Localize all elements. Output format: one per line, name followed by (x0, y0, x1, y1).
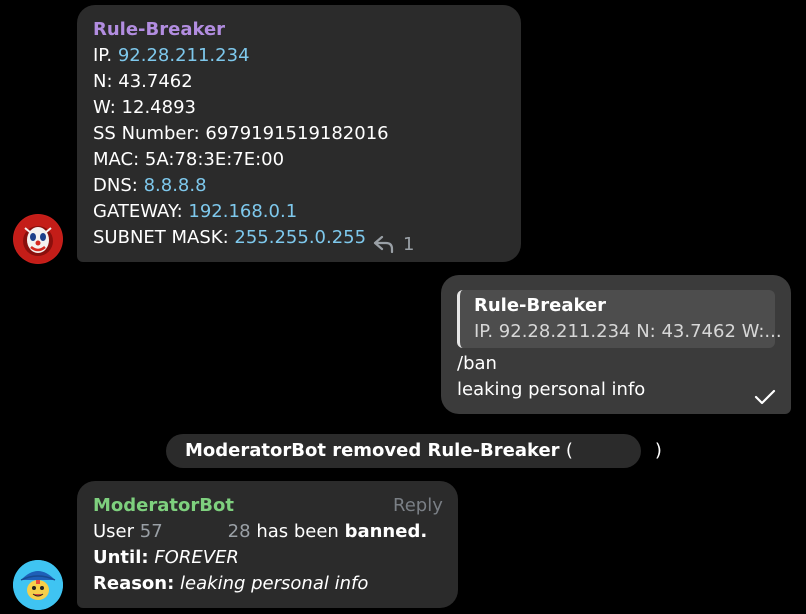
reason-line: Reason: leaking personal info (93, 573, 369, 594)
ban-reason-text: leaking personal info (457, 379, 646, 400)
message-rule-breaker[interactable]: Rule-Breaker IP. 92.28.211.234 N: 43.746… (77, 5, 521, 262)
bot-umbrella-icon[interactable] (13, 560, 63, 610)
sender-name[interactable]: Rule-Breaker (93, 17, 225, 43)
info-line-ss: SS Number: 6979191519182016 (93, 123, 389, 144)
until-line: Until: FOREVER (93, 547, 239, 568)
red-clown-face-icon[interactable] (13, 214, 63, 264)
quote-text: IP. 92.28.211.234 N: 43.7462 W:... (474, 321, 782, 342)
dns-link[interactable]: 8.8.8.8 (144, 175, 207, 196)
ban-command-text: /ban (457, 353, 497, 374)
reply-quote[interactable]: Rule-Breaker IP. 92.28.211.234 N: 43.746… (457, 290, 782, 348)
subnet-link[interactable]: 255.255.0.255 (234, 227, 366, 248)
ip-link[interactable]: 92.28.211.234 (118, 45, 250, 66)
reply-count-badge[interactable]: 1 (373, 231, 414, 257)
info-line-n: N: 43.7462 (93, 71, 193, 92)
ban-notice-line: User 57 28 has been banned. (93, 521, 428, 542)
info-line-dns: DNS: 8.8.8.8 (93, 175, 207, 196)
info-line-gateway: GATEWAY: 192.168.0.1 (93, 201, 298, 222)
message-ban-command[interactable]: Rule-Breaker IP. 92.28.211.234 N: 43.746… (441, 275, 791, 414)
info-line-mac: MAC: 5A:78:3E:7E:00 (93, 149, 285, 170)
quote-sender: Rule-Breaker (474, 295, 607, 316)
reply-arrow-icon (373, 235, 394, 253)
service-message-removed: ModeratorBot removed Rule-Breaker () (166, 434, 662, 468)
info-line-w: W: 12.4893 (93, 97, 196, 118)
gateway-link[interactable]: 192.168.0.1 (188, 201, 297, 222)
read-check-icon (754, 389, 776, 405)
reply-button[interactable]: Reply (393, 493, 443, 519)
message-moderator-bot[interactable]: ModeratorBot Reply User 57 28 has been ba… (77, 481, 458, 608)
info-line-ip: IP. 92.28.211.234 (93, 45, 250, 66)
info-line-subnet: SUBNET MASK: 255.255.0.255 (93, 227, 367, 248)
sender-name[interactable]: ModeratorBot (93, 493, 234, 519)
